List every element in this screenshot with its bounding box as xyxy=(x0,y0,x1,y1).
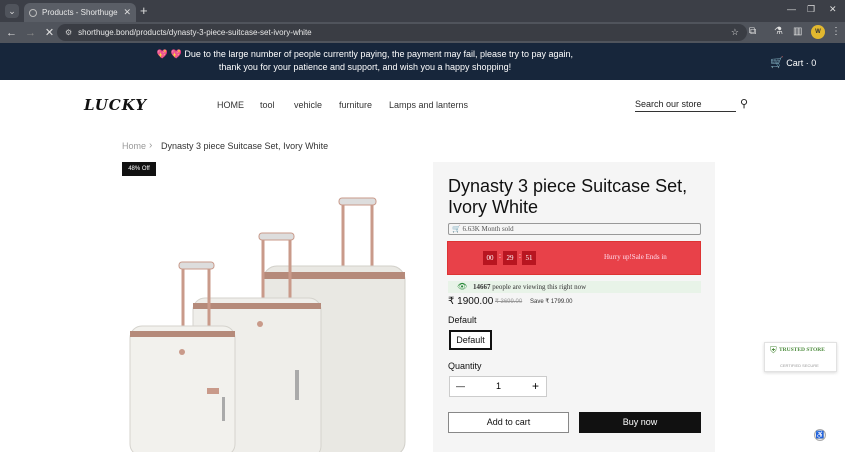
address-bar[interactable]: ⚙ shorthuge.bond/products/dynasty-3-piec… xyxy=(57,24,747,41)
profile-avatar[interactable]: W xyxy=(811,25,825,39)
store-logo[interactable]: LUCKY xyxy=(84,96,147,114)
timer-seconds: 51 xyxy=(522,251,536,265)
url-text: shorthuge.bond/products/dynasty-3-piece-… xyxy=(78,28,312,37)
forward-icon[interactable]: → xyxy=(21,27,40,39)
accessibility-icon[interactable]: ♿ xyxy=(814,429,826,441)
trusted-title: TRUSTED STORE xyxy=(779,347,825,353)
tab-title: Products - Shorthuge xyxy=(42,8,118,17)
viewing-now: 👁 14667 people are viewing this right no… xyxy=(448,281,701,293)
extensions-icon[interactable]: ⧉ xyxy=(749,26,756,37)
browser-toolbar: ← → ✕ ⚙ shorthuge.bond/products/dynasty-… xyxy=(0,22,845,43)
breadcrumb-home[interactable]: Home xyxy=(122,141,146,151)
breadcrumb-current: Dynasty 3 piece Suitcase Set, Ivory Whit… xyxy=(161,141,329,151)
bookmark-star-icon[interactable]: ☆ xyxy=(731,27,739,38)
compare-price: ₹ 3699.00 xyxy=(495,299,523,305)
browser-tab-strip: ⌄ Products - Shorthuge ✕ + — ❐ ✕ xyxy=(0,0,845,22)
timer-sep: : xyxy=(499,253,501,260)
quantity-label: Quantity xyxy=(448,361,482,371)
site-info-icon[interactable]: ⚙ xyxy=(65,28,72,37)
cart-icon: 🛒 xyxy=(452,225,461,233)
quantity-stepper: — 1 + xyxy=(449,376,547,397)
discount-badge: 48% Off xyxy=(122,162,156,176)
price: ₹ 1900.00 xyxy=(448,296,494,307)
viewing-text: people are viewing this right now xyxy=(492,283,587,291)
timer-sep: : xyxy=(519,253,521,260)
save-amount: Save ₹ 1799.00 xyxy=(530,299,573,305)
chevron-right-icon: › xyxy=(149,140,153,151)
nav-tool[interactable]: tool xyxy=(260,100,275,110)
trusted-store-badge[interactable]: ⛨ TRUSTED STORE CERTIFIED SECURE xyxy=(764,342,837,372)
new-tab-icon[interactable]: + xyxy=(140,3,148,18)
search-input[interactable]: Search our store xyxy=(635,99,736,112)
shield-icon: ⛨ xyxy=(770,345,777,355)
back-icon[interactable]: ← xyxy=(2,27,21,39)
cart-label: Cart · 0 xyxy=(786,58,817,68)
nav-home[interactable]: HOME xyxy=(217,100,244,110)
browser-tab[interactable]: Products - Shorthuge ✕ xyxy=(24,3,136,22)
menu-kebab-icon[interactable]: ⋮ xyxy=(831,26,841,37)
trusted-sub: CERTIFIED SECURE xyxy=(780,363,819,368)
tab-close-icon[interactable]: ✕ xyxy=(123,7,131,18)
nav-vehicle[interactable]: vehicle xyxy=(294,100,322,110)
suitcase-small xyxy=(129,261,236,452)
countdown-timer: 00 : 29 : 51 Hurry up!Sale Ends in xyxy=(447,241,701,275)
announcement-text: 💖 💖 Due to the large number of people cu… xyxy=(156,49,574,72)
timer-note: Hurry up!Sale Ends in xyxy=(604,253,667,261)
window-close-icon[interactable]: ✕ xyxy=(829,4,837,15)
buy-now-button[interactable]: Buy now xyxy=(579,412,701,433)
eye-icon: 👁 xyxy=(457,282,468,291)
cart-link[interactable]: 🛒 Cart · 0 xyxy=(770,56,816,69)
nav-lamps[interactable]: Lamps and lanterns xyxy=(389,100,468,110)
side-panel-icon[interactable]: ▥ xyxy=(793,26,802,37)
maximize-icon[interactable]: ❐ xyxy=(807,4,815,15)
option-default-button[interactable]: Default xyxy=(449,330,492,350)
timer-minutes: 29 xyxy=(503,251,517,265)
search-icon[interactable]: ⚲ xyxy=(740,97,748,110)
tab-search-button[interactable]: ⌄ xyxy=(5,4,19,18)
plus-icon[interactable]: + xyxy=(532,379,539,393)
product-title: Dynasty 3 piece Suitcase Set, Ivory Whit… xyxy=(448,176,688,217)
minimize-icon[interactable]: — xyxy=(787,4,796,14)
product-image[interactable] xyxy=(125,192,410,452)
month-sold-text: 6.63K Month sold xyxy=(462,225,514,233)
timer-hours: 00 xyxy=(483,251,497,265)
quantity-value[interactable]: 1 xyxy=(496,381,501,391)
minus-icon[interactable]: — xyxy=(456,381,465,391)
viewing-count: 14667 xyxy=(473,283,491,291)
nav-furniture[interactable]: furniture xyxy=(339,100,372,110)
lab-flask-icon[interactable]: ⚗ xyxy=(774,26,783,37)
cart-icon: 🛒 xyxy=(770,57,784,69)
announcement-bar: 💖 💖 Due to the large number of people cu… xyxy=(0,43,845,80)
option-label: Default xyxy=(448,315,477,325)
month-sold: 🛒 6.63K Month sold xyxy=(448,223,701,235)
add-to-cart-button[interactable]: Add to cart xyxy=(448,412,569,433)
tab-loading-icon xyxy=(29,8,37,17)
